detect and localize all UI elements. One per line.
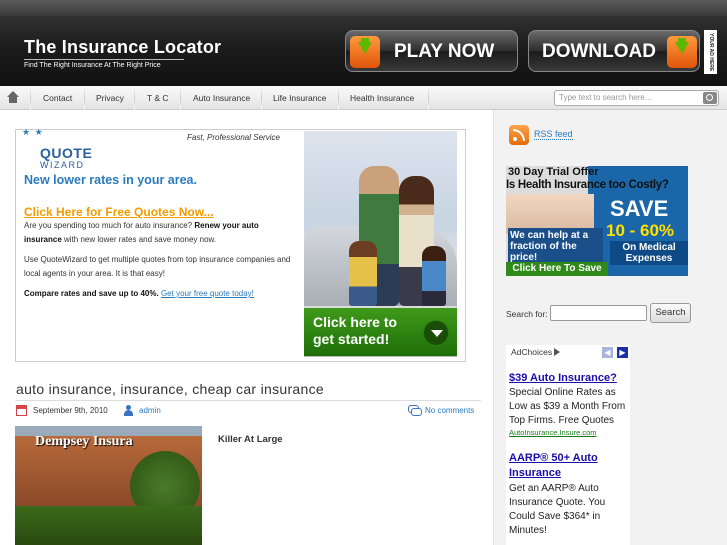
chevron-down-icon <box>423 320 449 346</box>
adchoices-label[interactable]: AdChoices <box>511 347 561 357</box>
nav-separator <box>338 86 339 110</box>
ad-free-quotes-link[interactable]: Click Here for Free Quotes Now... <box>24 205 214 219</box>
post-image-sign: Dempsey Insura <box>35 434 133 449</box>
site-tagline: Find The Right Insurance At The Right Pr… <box>24 59 184 69</box>
nav-item-terms[interactable]: T & C <box>147 86 169 110</box>
adchoices-icon <box>554 348 561 356</box>
post-title[interactable]: auto insurance, insurance, cheap car ins… <box>16 381 324 397</box>
logo-stars-icon: ★ ★ <box>22 127 44 137</box>
ad-heading-2[interactable]: AARP® 50+ Auto Insurance <box>509 451 624 481</box>
trial-ad-help: We can help at a fraction of the price! <box>508 228 603 265</box>
ad-text-1: Special Online Rates as Low as $39 a Mon… <box>509 387 626 426</box>
rss-icon[interactable] <box>509 125 529 145</box>
rss-feed-link[interactable]: RSS feed <box>534 129 573 140</box>
post-date: September 9th, 2010 <box>33 406 108 415</box>
post-caption: Killer At Large <box>218 434 283 445</box>
trial-ad-line2: Is Health Insurance too Costly? <box>506 179 669 191</box>
header-search-input[interactable]: Type text to search here... <box>554 90 719 106</box>
ad-paragraph-2: Use QuoteWizard to get multiple quotes f… <box>24 255 291 278</box>
logo-text-quote: QUOTE <box>40 145 93 161</box>
nav-separator <box>180 86 181 110</box>
quotewizard-logo[interactable]: ★ ★ QUOTE WIZARD <box>22 127 117 173</box>
ad-paragraph-3: Compare rates and save up to 40%. Get yo… <box>24 289 254 298</box>
trial-ad-percent: 10 - 60% <box>606 221 675 240</box>
ad-headline: New lower rates in your area. <box>24 173 197 187</box>
site-header: The Insurance Locator Find The Right Ins… <box>0 0 727 86</box>
user-icon <box>123 405 134 416</box>
sidebar-search-label: Search for: <box>506 309 548 319</box>
nav-separator <box>30 86 31 110</box>
nav-separator <box>134 86 135 110</box>
download-button[interactable]: DOWNLOAD <box>528 30 700 72</box>
get-started-label: Click here to get started! <box>313 314 398 347</box>
header-search-placeholder: Type text to search here... <box>559 93 652 102</box>
ad-next-icon[interactable]: ▶ <box>617 347 628 358</box>
search-icon[interactable] <box>703 92 717 104</box>
play-now-label: PLAY NOW <box>394 41 495 62</box>
post-author-link[interactable]: admin <box>139 406 161 415</box>
post-thumbnail[interactable]: Dempsey Insura <box>15 426 202 545</box>
site-title[interactable]: The Insurance Locator <box>24 37 221 58</box>
post-comments-link[interactable]: No comments <box>425 406 474 415</box>
ad-heading-1[interactable]: $39 Auto Insurance? <box>509 371 624 386</box>
nav-item-life-insurance[interactable]: Life Insurance <box>273 86 326 110</box>
post-meta-divider <box>15 400 481 401</box>
sidebar-search-button[interactable]: Search <box>650 303 691 323</box>
trial-ad-medical: On Medical Expenses <box>610 241 688 265</box>
download-arrow-icon <box>667 36 697 68</box>
play-now-button[interactable]: PLAY NOW <box>345 30 518 72</box>
nav-item-health-insurance[interactable]: Health Insurance <box>350 86 414 110</box>
nav-separator <box>261 86 262 110</box>
ad-text-2: Get an AARP® Auto Insurance Quote. You C… <box>509 483 606 536</box>
calendar-icon <box>16 405 27 416</box>
nav-separator <box>84 86 85 110</box>
ad-free-quote-link[interactable]: Get your free quote today! <box>161 289 254 298</box>
trial-ad-click-button[interactable]: Click Here To Save <box>506 262 608 276</box>
home-icon[interactable] <box>5 90 23 106</box>
nav-item-privacy[interactable]: Privacy <box>96 86 124 110</box>
ad-url-1[interactable]: AutoInsurance.Insure.com <box>509 428 597 437</box>
sidebar-search-input[interactable] <box>550 305 647 321</box>
get-started-button[interactable]: Click here to get started! <box>304 308 457 356</box>
ad-fast-service: Fast, Professional Service <box>187 133 280 142</box>
nav-separator <box>428 86 429 110</box>
trial-ad-line1: 30 Day Trial Offer <box>508 166 599 178</box>
download-arrow-icon <box>350 36 380 68</box>
header-top-strip <box>0 0 727 16</box>
health-trial-ad[interactable]: 30 Day Trial Offer Is Health Insurance t… <box>506 166 688 276</box>
your-ad-here-tab[interactable]: YOUR AD HERE <box>704 30 717 74</box>
nav-item-auto-insurance[interactable]: Auto Insurance <box>193 86 250 110</box>
page-root: The Insurance Locator Find The Right Ins… <box>0 0 727 545</box>
logo-text-wizard: WIZARD <box>40 160 85 170</box>
download-label: DOWNLOAD <box>542 41 656 62</box>
comments-icon <box>408 405 422 416</box>
ad-prev-icon[interactable]: ◀ <box>602 347 613 358</box>
ad-paragraph-1: Are you spending too much for auto insur… <box>24 221 259 244</box>
trial-ad-save: SAVE <box>610 196 669 221</box>
nav-item-contact[interactable]: Contact <box>43 86 72 110</box>
